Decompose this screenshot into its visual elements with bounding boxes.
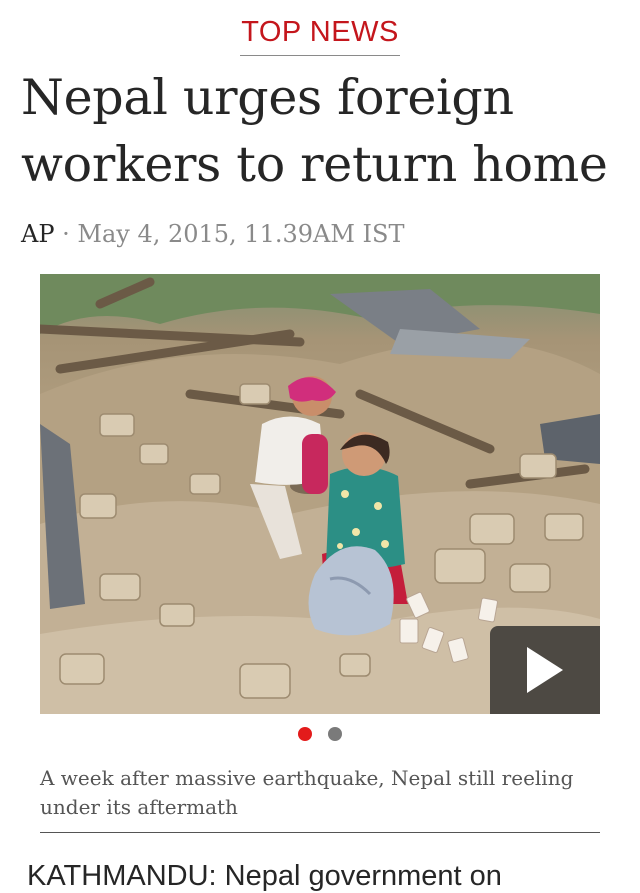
media-slide[interactable] <box>40 274 600 714</box>
section-header: TOP NEWS <box>0 16 640 56</box>
carousel-dot-2[interactable] <box>328 727 342 741</box>
byline-separator: · <box>54 220 78 248</box>
byline-source: AP <box>21 220 55 248</box>
byline-date: May 4, 2015, 11.39AM IST <box>77 220 405 248</box>
article-body: KATHMANDU: Nepal government on <box>27 860 502 892</box>
section-label: TOP NEWS <box>240 16 400 56</box>
article-byline: AP · May 4, 2015, 11.39AM IST <box>21 220 404 248</box>
play-button[interactable] <box>490 626 600 714</box>
image-caption: A week after massive earthquake, Nepal s… <box>40 764 600 833</box>
article-headline: Nepal urges foreign workers to return ho… <box>21 69 608 193</box>
play-icon <box>527 647 563 693</box>
carousel-dot-1[interactable] <box>298 727 312 741</box>
carousel-indicator <box>0 727 640 741</box>
